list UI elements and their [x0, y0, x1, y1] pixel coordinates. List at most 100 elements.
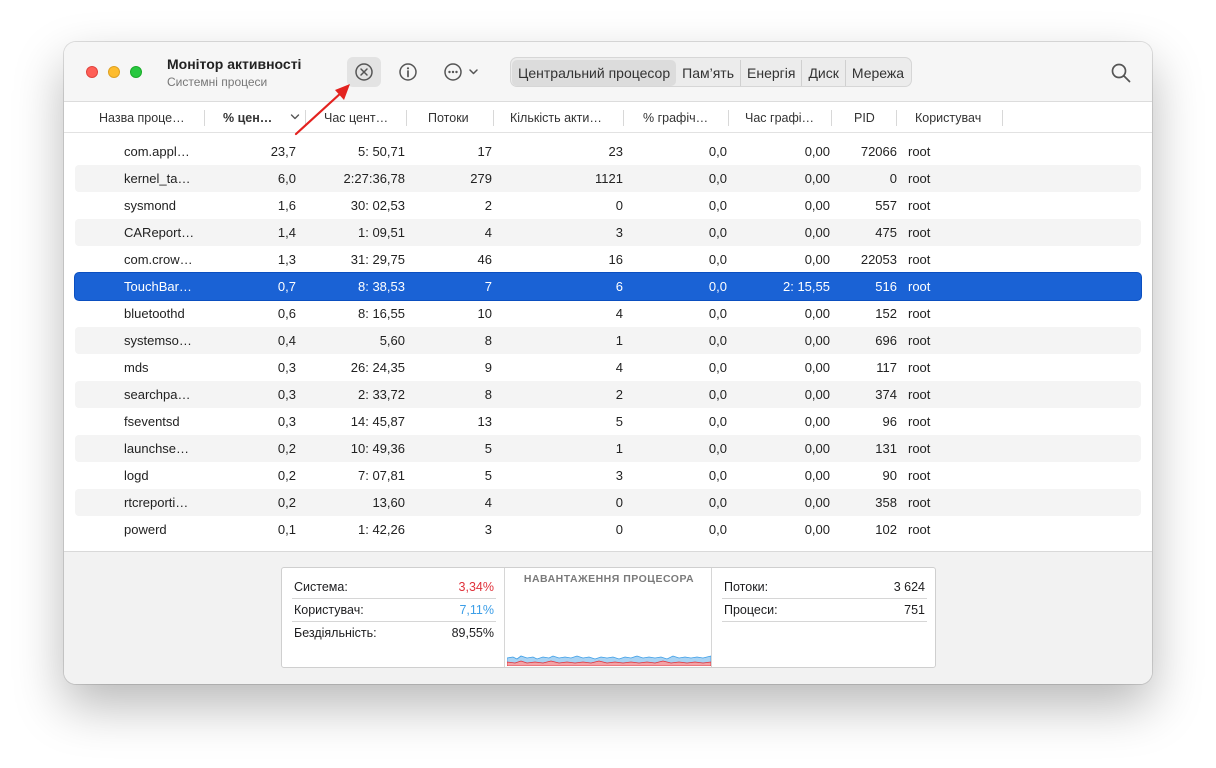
cell-threads: 5: [484, 468, 492, 483]
cell-gpu-time: 0,00: [804, 522, 830, 537]
cell-user: root: [908, 171, 931, 186]
tab-network[interactable]: Мережа: [846, 60, 910, 86]
cell-user: root: [908, 252, 931, 267]
system-stat: Система: 3,34%: [292, 576, 496, 599]
window-title: Монітор активності: [167, 56, 302, 72]
cell-gpu-time: 0,00: [804, 360, 830, 375]
table-row[interactable]: com.appl… 23,7 5: 50,71 17 23 0,0 0,00 72066 roo…: [75, 138, 1141, 165]
table-row[interactable]: TouchBar… 0,7 8: 38,53 7 6 0,0 2: 15,55 516 root: [75, 273, 1141, 300]
table-row[interactable]: CAReport… 1,4 1: 09,51 4 3 0,0 0,00 475 root: [75, 219, 1141, 246]
cell-process-name: logd: [124, 468, 149, 483]
column-header-gpu-percent[interactable]: % графіч…: [624, 103, 729, 133]
cell-cpu-percent: 0,3: [277, 360, 296, 375]
cell-cpu-percent: 0,2: [277, 468, 296, 483]
column-header-gpu-time[interactable]: Час графі…: [729, 103, 832, 133]
cell-process-name: CAReport…: [124, 225, 195, 240]
cell-idle-wake-ups: 16: [608, 252, 623, 267]
table-row[interactable]: com.crow… 1,3 31: 29,75 46 16 0,0 0,00 22053 roo…: [75, 246, 1141, 273]
cell-idle-wake-ups: 4: [615, 306, 623, 321]
table-row[interactable]: sysmond 1,6 30: 02,53 2 0 0,0 0,00 557 root: [75, 192, 1141, 219]
close-window-button[interactable]: [86, 66, 98, 78]
tab-memory[interactable]: Пам’ять: [676, 60, 741, 86]
cell-cpu-percent: 6,0: [277, 171, 296, 186]
cell-idle-wake-ups: 3: [615, 225, 623, 240]
cell-gpu-percent: 0,0: [708, 279, 727, 294]
idle-stat: Бездіяльність: 89,55%: [292, 622, 496, 645]
cell-cpu-time: 26: 24,35: [350, 360, 405, 375]
cell-gpu-percent: 0,0: [708, 171, 727, 186]
column-header-idle-wake-ups[interactable]: Кількість акти…: [494, 103, 624, 133]
cell-gpu-percent: 0,0: [708, 441, 727, 456]
zoom-window-button[interactable]: [130, 66, 142, 78]
column-header-user[interactable]: Користувач: [897, 103, 1003, 133]
table-row[interactable]: mds 0,3 26: 24,35 9 4 0,0 0,00 117 root: [75, 354, 1141, 381]
cell-cpu-percent: 1,4: [277, 225, 296, 240]
cell-threads: 2: [484, 198, 492, 213]
table-row[interactable]: systemso… 0,4 5,60 8 1 0,0 0,00 696 root: [75, 327, 1141, 354]
cell-cpu-time: 2:27:36,78: [343, 171, 405, 186]
cell-process-name: powerd: [124, 522, 167, 537]
tab-energy[interactable]: Енергія: [741, 60, 803, 86]
cell-pid: 96: [882, 414, 897, 429]
cell-cpu-percent: 0,6: [277, 306, 296, 321]
cell-threads: 4: [484, 495, 492, 510]
cell-threads: 8: [484, 387, 492, 402]
cell-cpu-time: 31: 29,75: [350, 252, 405, 267]
cell-process-name: kernel_ta…: [124, 171, 191, 186]
minimize-window-button[interactable]: [108, 66, 120, 78]
cell-cpu-time: 14: 45,87: [350, 414, 405, 429]
process-table: com.appl… 23,7 5: 50,71 17 23 0,0 0,00 72066 roo…: [64, 138, 1152, 550]
cell-gpu-percent: 0,0: [708, 252, 727, 267]
processes-value: 751: [904, 603, 925, 617]
cell-idle-wake-ups: 4: [615, 360, 623, 375]
cell-pid: 102: [875, 522, 897, 537]
table-row[interactable]: launchse… 0,2 10: 49,36 5 1 0,0 0,00 131 root: [75, 435, 1141, 462]
table-row[interactable]: searchpa… 0,3 2: 33,72 8 2 0,0 0,00 374 root: [75, 381, 1141, 408]
cell-gpu-time: 0,00: [804, 387, 830, 402]
cpu-load-graph-title: НАВАНТАЖЕННЯ ПРОЦЕСОРА: [523, 573, 695, 585]
cell-threads: 3: [484, 522, 492, 537]
system-value: 3,34%: [458, 580, 494, 594]
cell-threads: 279: [470, 171, 492, 186]
table-row[interactable]: kernel_ta… 6,0 2:27:36,78 279 1121 0,0 0,00 0 ro…: [75, 165, 1141, 192]
threads-value: 3 624: [893, 580, 925, 594]
table-row[interactable]: rtcreporti… 0,2 13,60 4 0 0,0 0,00 358 root: [75, 489, 1141, 516]
cell-process-name: bluetoothd: [124, 306, 185, 321]
window-subtitle: Системні процеси: [167, 75, 268, 89]
inspect-process-button[interactable]: [391, 57, 425, 87]
cell-user: root: [908, 468, 931, 483]
table-row[interactable]: bluetoothd 0,6 8: 16,55 10 4 0,0 0,00 152 root: [75, 300, 1141, 327]
cell-cpu-time: 30: 02,53: [350, 198, 405, 213]
cell-gpu-time: 0,00: [804, 306, 830, 321]
cell-cpu-percent: 0,2: [277, 441, 296, 456]
cell-threads: 10: [477, 306, 492, 321]
more-options-button[interactable]: [441, 57, 485, 87]
cell-cpu-time: 8: 38,53: [358, 279, 405, 294]
cell-user: root: [908, 387, 931, 402]
search-button[interactable]: [1110, 62, 1132, 84]
table-row[interactable]: logd 0,2 7: 07,81 5 3 0,0 0,00 90 root: [75, 462, 1141, 489]
cell-idle-wake-ups: 1121: [595, 171, 623, 186]
table-row[interactable]: powerd 0,1 1: 42,26 3 0 0,0 0,00 102 root: [75, 516, 1141, 543]
cpu-load-stats: Система: 3,34% Користувач: 7,11% Бездіял…: [292, 576, 496, 645]
cell-process-name: fseventsd: [124, 414, 180, 429]
cell-process-name: sysmond: [124, 198, 177, 213]
table-row[interactable]: fseventsd 0,3 14: 45,87 13 5 0,0 0,00 96 root: [75, 408, 1141, 435]
summary-area: Система: 3,34% Користувач: 7,11% Бездіял…: [64, 551, 1152, 684]
cell-gpu-percent: 0,0: [708, 225, 727, 240]
tab-disk[interactable]: Диск: [802, 60, 846, 86]
process-stats: Потоки: 3 624 Процеси: 751: [722, 576, 927, 622]
cell-user: root: [908, 225, 931, 240]
processes-stat: Процеси: 751: [722, 599, 927, 622]
cell-process-name: com.crow…: [124, 252, 193, 267]
cell-idle-wake-ups: 1: [615, 441, 623, 456]
cell-pid: 152: [875, 306, 897, 321]
cell-user: root: [908, 360, 931, 375]
column-header-process-name[interactable]: Назва проце…: [64, 103, 205, 133]
column-header-threads[interactable]: Потоки: [407, 103, 494, 133]
cell-user: root: [908, 198, 931, 213]
tab-cpu[interactable]: Центральний процесор: [512, 60, 677, 86]
idle-label: Бездіяльність:: [294, 626, 377, 640]
column-header-pid[interactable]: PID: [832, 103, 897, 133]
cell-pid: 72066: [860, 144, 897, 159]
